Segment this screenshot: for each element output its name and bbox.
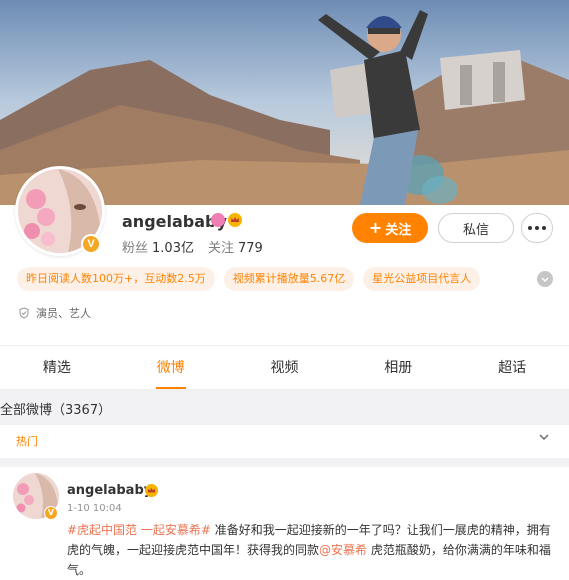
crown-icon[interactable]	[228, 213, 242, 227]
shield-icon	[19, 307, 29, 319]
tag-item[interactable]: 星光公益项目代言人	[363, 267, 481, 291]
tag-list: 昨日阅读人数100万+，互动数2.5万 视频累计播放量5.67亿 星光公益项目代…	[17, 267, 481, 291]
tab-featured[interactable]: 精选	[0, 346, 114, 389]
pink-badge-icon[interactable]	[211, 213, 225, 227]
mention-link[interactable]: @安慕希	[319, 543, 367, 557]
follow-button[interactable]: + 关注	[352, 213, 428, 243]
all-posts-count: 全部微博（3367）	[0, 403, 112, 418]
profession-row: 演员、艺人	[18, 305, 91, 321]
post-author[interactable]: angelababy	[67, 483, 152, 498]
message-button[interactable]: 私信	[438, 213, 514, 243]
fans-count: 1.03亿	[152, 241, 194, 256]
verified-v-icon: V	[81, 234, 101, 254]
hot-filter[interactable]: 热门	[16, 433, 38, 449]
chevron-down-icon[interactable]	[538, 431, 550, 443]
fans-stat[interactable]: 粉丝 1.03亿	[122, 237, 194, 256]
follow-label: 关注	[385, 222, 412, 238]
post-text: #虎起中国范 一起安慕希# 准备好和我一起迎接新的一年了吗？让我们一展虎的精神，…	[67, 520, 557, 580]
post-time[interactable]: 1-10 10:04	[67, 503, 122, 514]
tab-weibo[interactable]: 微博	[114, 346, 228, 389]
following-count: 779	[237, 241, 263, 256]
tag-item[interactable]: 视频累计播放量5.67亿	[223, 267, 355, 291]
hashtag-link[interactable]: #虎起中国范 一起安慕希#	[67, 523, 211, 537]
profile-tabs: 精选 微博 视频 相册 超话	[0, 345, 569, 390]
chevron-down-icon[interactable]	[537, 271, 553, 287]
tab-video[interactable]: 视频	[228, 346, 342, 389]
crown-icon[interactable]	[145, 484, 158, 497]
verified-v-icon: V	[44, 506, 58, 520]
tag-item[interactable]: 昨日阅读人数100万+，互动数2.5万	[17, 267, 215, 291]
tab-album[interactable]: 相册	[341, 346, 455, 389]
more-dots-icon[interactable]	[521, 213, 553, 243]
profession-text: 演员、艺人	[36, 307, 91, 320]
following-stat[interactable]: 关注 779	[208, 237, 263, 256]
plus-icon: +	[368, 218, 383, 237]
tab-supertopic[interactable]: 超话	[455, 346, 569, 389]
